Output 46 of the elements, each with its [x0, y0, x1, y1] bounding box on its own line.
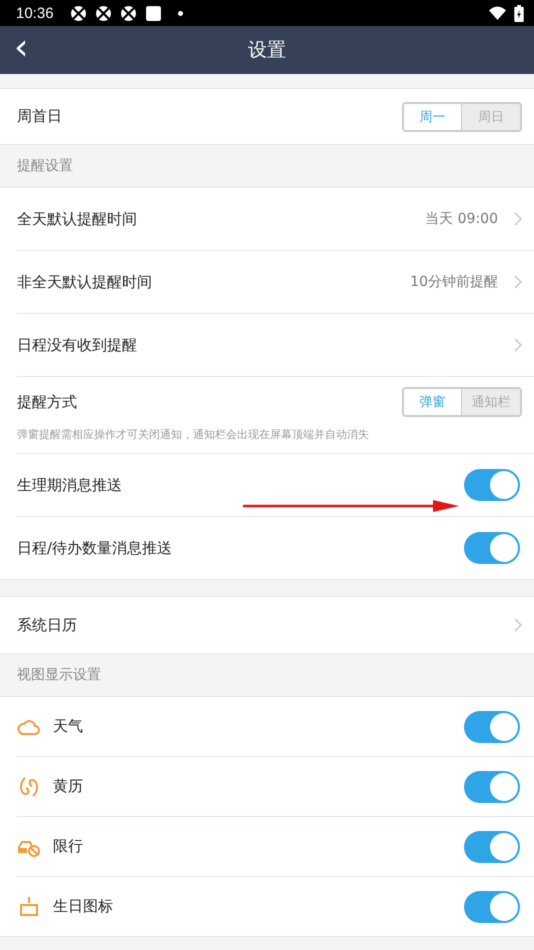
- settings-row[interactable]: 日程/待办数量消息推送: [17, 517, 522, 579]
- chevron-icon: [514, 338, 522, 352]
- setting-label: 系统日历: [17, 616, 78, 634]
- square-icon: [144, 4, 162, 22]
- swirl-icon: [17, 774, 41, 798]
- settings-row[interactable]: 非全天默认提醒时间 10分钟前提醒: [17, 251, 522, 313]
- settings-row[interactable]: 限行: [17, 817, 522, 876]
- setting-label: 日程没有收到提醒: [17, 336, 138, 354]
- setting-value: 当天 09:00: [425, 210, 498, 228]
- setting-label: 全天默认提醒时间: [17, 210, 138, 228]
- toggle-switch[interactable]: [464, 710, 520, 742]
- setting-value: 10分钟前提醒: [410, 273, 498, 291]
- settings-row[interactable]: 黄历: [17, 757, 522, 816]
- page-title: 设置: [248, 38, 286, 63]
- wifi-icon: [489, 4, 506, 22]
- hint-text: 弹窗提醒需相应操作才可关闭通知，通知栏会出现在屏幕顶端并自动消失: [17, 427, 370, 443]
- settings-row[interactable]: 日程没有收到提醒: [17, 314, 522, 376]
- chevron-icon: [514, 618, 522, 632]
- toggle-switch[interactable]: [464, 469, 520, 501]
- battery-icon: [514, 4, 524, 22]
- chevron-icon: [514, 212, 522, 226]
- toggle-switch[interactable]: [464, 532, 520, 564]
- toggle-switch[interactable]: [464, 830, 520, 862]
- status-time: 10:36: [16, 4, 54, 22]
- dot-icon: [178, 10, 183, 16]
- toggle-switch[interactable]: [464, 890, 520, 922]
- setting-label: 生理期消息推送: [17, 476, 123, 494]
- toggle-switch[interactable]: [464, 770, 520, 802]
- settings-row[interactable]: 天气: [17, 697, 522, 756]
- setting-label: 提醒方式: [17, 392, 78, 412]
- settings-row[interactable]: 全天默认提醒时间 当天 09:00: [17, 188, 522, 250]
- settings-row[interactable]: 生日图标: [17, 877, 522, 936]
- setting-label: 周首日: [17, 107, 63, 126]
- settings-row[interactable]: 生理期消息推送: [17, 454, 522, 516]
- candle-icon: [17, 894, 41, 918]
- setting-label: 天气: [53, 717, 84, 736]
- chevron-icon: [514, 275, 522, 289]
- setting-label: 生日图标: [53, 897, 114, 916]
- setting-label: 非全天默认提醒时间: [17, 272, 153, 292]
- setting-label: 日程/待办数量消息推送: [17, 538, 174, 558]
- setting-label: 限行: [53, 837, 84, 856]
- back-button[interactable]: ‹: [8, 30, 34, 66]
- app-notification-icon: [70, 4, 87, 22]
- app-notification-icon: [120, 4, 137, 22]
- app-notification-icon: [94, 4, 112, 22]
- setting-label: 黄历: [53, 777, 84, 796]
